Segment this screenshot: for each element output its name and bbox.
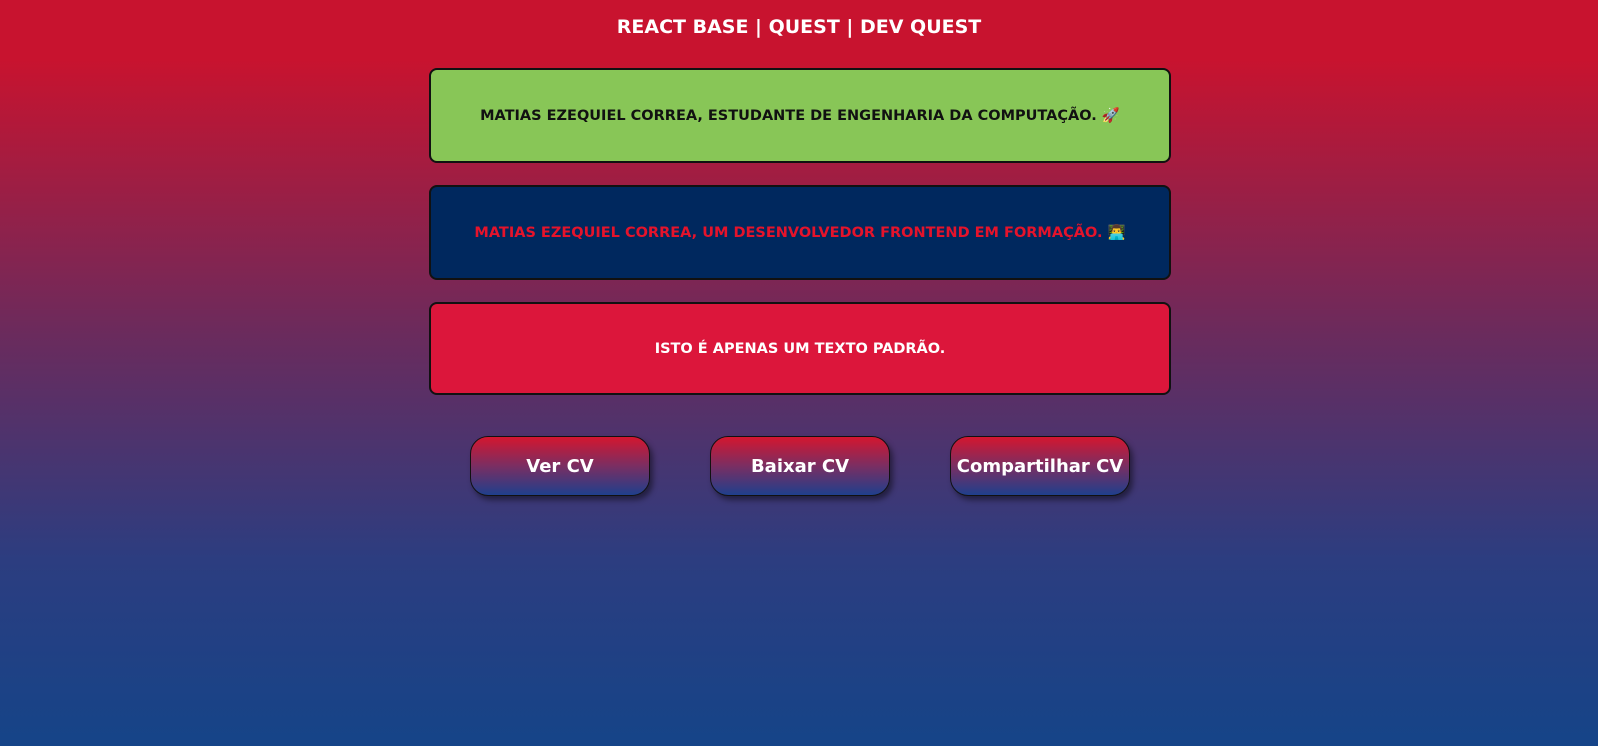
info-card-student-text: MATIAS EZEQUIEL CORREA, ESTUDANTE DE ENG… [480, 108, 1120, 124]
info-card-developer-text: MATIAS EZEQUIEL CORREA, UM DESENVOLVEDOR… [474, 225, 1126, 241]
info-card-default-text: ISTO É APENAS UM TEXTO PADRÃO. [654, 340, 946, 357]
button-row: Ver CV Baixar CV Compartilhar CV [0, 436, 1598, 496]
info-card-student: MATIAS EZEQUIEL CORREA, ESTUDANTE DE ENG… [429, 68, 1171, 163]
share-cv-button[interactable]: Compartilhar CV [950, 436, 1130, 496]
info-card-default: ISTO É APENAS UM TEXTO PADRÃO. [429, 302, 1171, 395]
download-cv-button[interactable]: Baixar CV [710, 436, 890, 496]
info-card-developer: MATIAS EZEQUIEL CORREA, UM DESENVOLVEDOR… [429, 185, 1171, 280]
page-title: REACT BASE | QUEST | DEV QUEST [616, 16, 982, 38]
view-cv-button[interactable]: Ver CV [470, 436, 650, 496]
